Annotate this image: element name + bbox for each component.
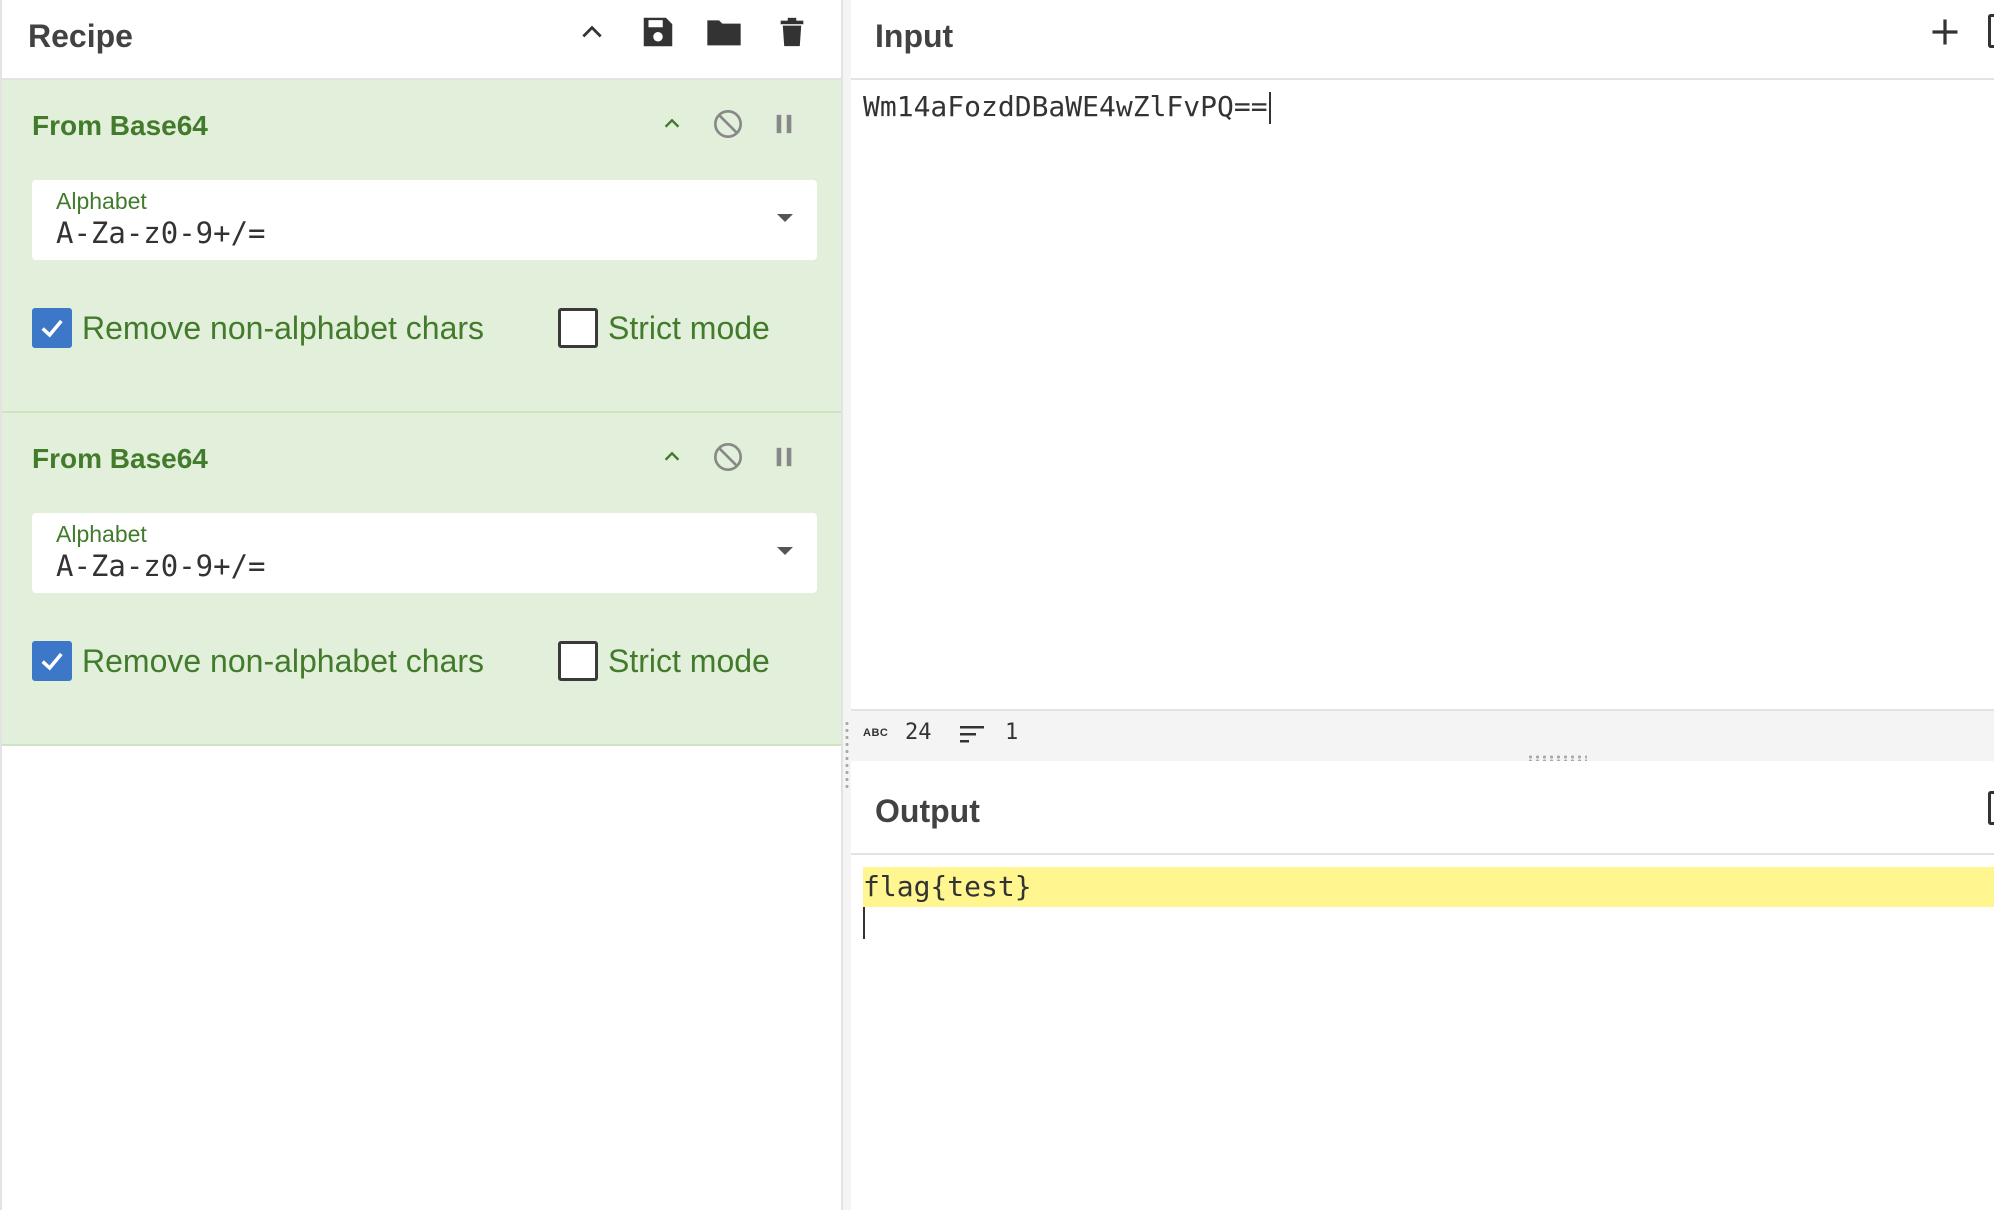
strict-mode-label: Strict mode — [608, 309, 770, 346]
remove-non-alphabet-label: Remove non-alphabet chars — [82, 309, 485, 346]
input-textarea[interactable]: Wm14aFozdDBaWE4wZlFvPQ== — [863, 90, 1271, 124]
disable-icon[interactable] — [706, 102, 750, 146]
cyberchef-app: Recipe From Base64 Alphabet A-Za-z0-9+/=… — [0, 0, 1994, 1210]
caret-down-icon — [777, 214, 793, 222]
alphabet-value: A-Za-z0-9+/= — [56, 216, 266, 250]
operation-from-base64: From Base64 Alphabet A-Za-z0-9+/= Remove… — [2, 80, 841, 413]
alphabet-select[interactable]: Alphabet A-Za-z0-9+/= — [32, 180, 817, 260]
input-length: 24 — [905, 720, 932, 745]
chevron-up-icon[interactable] — [650, 435, 694, 479]
pane-resizer-vertical[interactable] — [843, 0, 851, 1210]
checkbox-unchecked-icon[interactable] — [558, 641, 598, 681]
open-file-icon[interactable] — [1988, 14, 1994, 48]
resize-grip-icon — [845, 720, 849, 790]
input-lines: 1 — [1005, 720, 1019, 745]
folder-icon[interactable] — [702, 10, 746, 54]
remove-non-alphabet-checkbox[interactable]: Remove non-alphabet chars — [32, 641, 484, 681]
save-icon[interactable] — [636, 10, 680, 54]
lines-icon — [959, 723, 985, 750]
recipe-pane: Recipe From Base64 Alphabet A-Za-z0-9+/=… — [0, 0, 843, 1210]
checkbox-checked-icon[interactable] — [32, 641, 72, 681]
add-tab-icon[interactable] — [1923, 10, 1967, 54]
input-status-bar: ABC 24 1 — [851, 709, 1994, 755]
pause-icon[interactable] — [762, 102, 806, 146]
output-title: Output — [875, 793, 980, 829]
output-highlight — [863, 867, 1994, 907]
alphabet-label: Alphabet — [56, 521, 147, 547]
recipe-title: Recipe — [28, 18, 133, 54]
checkbox-unchecked-icon[interactable] — [558, 308, 598, 348]
save-output-icon[interactable] — [1988, 791, 1994, 825]
remove-non-alphabet-checkbox[interactable]: Remove non-alphabet chars — [32, 308, 484, 348]
pause-icon[interactable] — [762, 435, 806, 479]
input-text-value: Wm14aFozdDBaWE4wZlFvPQ== — [863, 90, 1268, 123]
remove-non-alphabet-label: Remove non-alphabet chars — [82, 642, 485, 679]
alphabet-value: A-Za-z0-9+/= — [56, 549, 266, 583]
operation-title: From Base64 — [32, 110, 208, 141]
disable-icon[interactable] — [706, 435, 750, 479]
output-pane: Output flag{test} — [851, 761, 1994, 1210]
input-pane: Input Wm14aFozdDBaWE4wZlFvPQ== — [851, 0, 1994, 755]
operation-title: From Base64 — [32, 443, 208, 474]
alphabet-select[interactable]: Alphabet A-Za-z0-9+/= — [32, 513, 817, 593]
chevron-up-icon[interactable] — [570, 10, 614, 54]
input-title: Input — [875, 18, 954, 54]
recipe-header: Recipe — [2, 0, 841, 80]
alphabet-label: Alphabet — [56, 188, 147, 214]
output-textarea[interactable]: flag{test} — [863, 867, 1032, 907]
output-header: Output — [851, 761, 1994, 855]
text-caret — [1268, 92, 1271, 124]
strict-mode-checkbox[interactable]: Strict mode — [558, 308, 770, 348]
strict-mode-label: Strict mode — [608, 642, 770, 679]
length-abc-icon: ABC — [863, 727, 889, 739]
strict-mode-checkbox[interactable]: Strict mode — [558, 641, 770, 681]
text-caret — [863, 907, 865, 939]
caret-down-icon — [777, 547, 793, 555]
chevron-up-icon[interactable] — [650, 102, 694, 146]
input-header: Input — [851, 0, 1994, 80]
operation-from-base64: From Base64 Alphabet A-Za-z0-9+/= Remove… — [2, 413, 841, 746]
checkbox-checked-icon[interactable] — [32, 308, 72, 348]
trash-icon[interactable] — [770, 10, 814, 54]
